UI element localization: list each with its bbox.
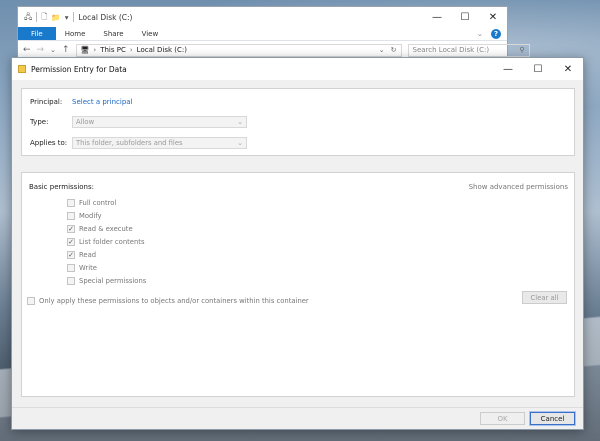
chevron-down-icon: ⌄ — [237, 139, 243, 147]
read-label: Read — [79, 250, 97, 259]
search-icon: ⚲ — [519, 46, 525, 54]
explorer-ribbon: File Home Share View ⌄ ? — [18, 27, 507, 41]
modify-checkbox[interactable] — [67, 211, 75, 220]
applies-to-row: Applies to: This folder, subfolders and … — [30, 137, 247, 149]
read-execute-label: Read & execute — [79, 224, 133, 233]
type-row: Type: Allow ⌄ — [30, 116, 247, 128]
only-apply-option: Only apply these permissions to objects … — [27, 297, 309, 305]
breadcrumb-chevron-icon: › — [93, 46, 97, 54]
read-execute-checkbox[interactable]: ✓ — [67, 224, 75, 233]
expand-ribbon-icon[interactable]: ⌄ — [477, 29, 483, 38]
show-advanced-permissions-link[interactable]: Show advanced permissions — [469, 183, 568, 191]
permission-write: Write — [67, 261, 146, 274]
applies-to-value: This folder, subfolders and files — [76, 139, 183, 147]
ribbon-tab-file[interactable]: File — [18, 27, 56, 40]
list-folder-contents-checkbox[interactable]: ✓ — [67, 237, 75, 246]
qat-separator — [36, 12, 38, 22]
address-bar[interactable]: 🖥 › This PC › Local Disk (C:) ⌄ ↻ — [75, 43, 402, 57]
permission-read-execute: ✓ Read & execute — [67, 222, 146, 235]
permission-list: Full control Modify ✓ Read & execute ✓ L… — [67, 196, 146, 287]
applies-to-select[interactable]: This folder, subfolders and files ⌄ — [72, 137, 247, 149]
permission-special: Special permissions — [67, 274, 146, 287]
only-apply-checkbox[interactable] — [27, 297, 35, 305]
ribbon-right: ⌄ ? — [477, 27, 507, 40]
full-control-label: Full control — [79, 198, 117, 207]
ok-button[interactable]: OK — [480, 412, 525, 425]
explorer-close-button[interactable]: ✕ — [479, 7, 507, 27]
help-icon[interactable]: ? — [491, 28, 501, 39]
write-checkbox[interactable] — [67, 263, 75, 272]
folder-icon — [18, 65, 26, 73]
new-folder-icon[interactable]: 📁 — [51, 13, 60, 22]
applies-to-label: Applies to: — [30, 139, 68, 147]
search-box[interactable]: Search Local Disk (C:) ⚲ — [407, 43, 530, 57]
explorer-title-bar: 🖧 🗋 📁 ▾ Local Disk (C:) — ☐ ✕ — [18, 7, 507, 27]
permission-read: ✓ Read — [67, 248, 146, 261]
up-arrow-icon[interactable]: ↑ — [62, 45, 70, 55]
modify-label: Modify — [79, 211, 102, 220]
explorer-window-controls: — ☐ ✕ — [423, 7, 507, 27]
qat-dropdown-icon[interactable]: ▾ — [65, 13, 69, 22]
type-select[interactable]: Allow ⌄ — [72, 116, 247, 128]
ribbon-tab-view[interactable]: View — [133, 27, 168, 40]
this-pc-icon: 🖥 — [80, 46, 90, 54]
permission-entry-dialog: Permission Entry for Data — ☐ ✕ Principa… — [11, 57, 584, 430]
explorer-minimize-button[interactable]: — — [423, 7, 451, 27]
dialog-minimize-button[interactable]: — — [493, 58, 523, 80]
explorer-title: Local Disk (C:) — [78, 12, 133, 22]
type-value: Allow — [76, 118, 95, 126]
address-dropdown-icon[interactable]: ⌄ — [379, 46, 385, 54]
dialog-window-controls: — ☐ ✕ — [493, 58, 583, 80]
search-input[interactable]: Search Local Disk (C:) — [413, 46, 490, 54]
principal-label: Principal: — [30, 98, 63, 106]
basic-permissions-label: Basic permissions: — [29, 183, 94, 191]
read-checkbox[interactable]: ✓ — [67, 250, 75, 259]
type-label: Type: — [30, 118, 49, 126]
properties-icon[interactable]: 🗋 — [41, 11, 47, 24]
ribbon-tab-share[interactable]: Share — [94, 27, 132, 40]
write-label: Write — [79, 263, 97, 272]
explorer-maximize-button[interactable]: ☐ — [451, 7, 479, 27]
dialog-close-button[interactable]: ✕ — [553, 58, 583, 80]
permission-full-control: Full control — [67, 196, 146, 209]
dialog-title-bar: Permission Entry for Data — ☐ ✕ — [12, 58, 583, 80]
qat-separator — [72, 12, 74, 22]
chevron-down-icon: ⌄ — [237, 118, 243, 126]
explorer-app-icon: 🖧 — [24, 11, 33, 21]
dialog-footer: OK Cancel — [12, 407, 583, 429]
quick-access-toolbar: 🖧 🗋 📁 ▾ — [24, 11, 74, 24]
refresh-icon[interactable]: ↻ — [391, 46, 397, 54]
breadcrumb-chevron-icon: › — [129, 46, 133, 54]
full-control-checkbox[interactable] — [67, 198, 75, 207]
dialog-title: Permission Entry for Data — [31, 64, 127, 74]
permissions-panel: Basic permissions: Show advanced permiss… — [21, 172, 575, 397]
back-arrow-icon[interactable]: ← — [23, 45, 31, 55]
breadcrumb-local-disk[interactable]: Local Disk (C:) — [137, 46, 187, 54]
permission-list-folder-contents: ✓ List folder contents — [67, 235, 146, 248]
recent-dropdown-icon[interactable]: ⌄ — [50, 46, 56, 54]
cancel-button[interactable]: Cancel — [529, 411, 576, 426]
special-permissions-label: Special permissions — [79, 276, 147, 285]
principal-row: Principal: Select a principal — [30, 98, 133, 106]
principal-panel: Principal: Select a principal Type: Allo… — [21, 88, 575, 156]
dialog-maximize-button[interactable]: ☐ — [523, 58, 553, 80]
address-bar-actions: ⌄ ↻ — [379, 46, 397, 54]
permission-modify: Modify — [67, 209, 146, 222]
clear-all-button[interactable]: Clear all — [522, 291, 567, 304]
only-apply-label: Only apply these permissions to objects … — [39, 297, 309, 305]
select-principal-link[interactable]: Select a principal — [72, 98, 133, 106]
breadcrumb-this-pc[interactable]: This PC — [100, 46, 126, 54]
special-permissions-checkbox[interactable] — [67, 276, 75, 285]
forward-arrow-icon[interactable]: → — [37, 45, 45, 55]
ribbon-tab-home[interactable]: Home — [56, 27, 95, 40]
list-folder-contents-label: List folder contents — [79, 237, 145, 246]
